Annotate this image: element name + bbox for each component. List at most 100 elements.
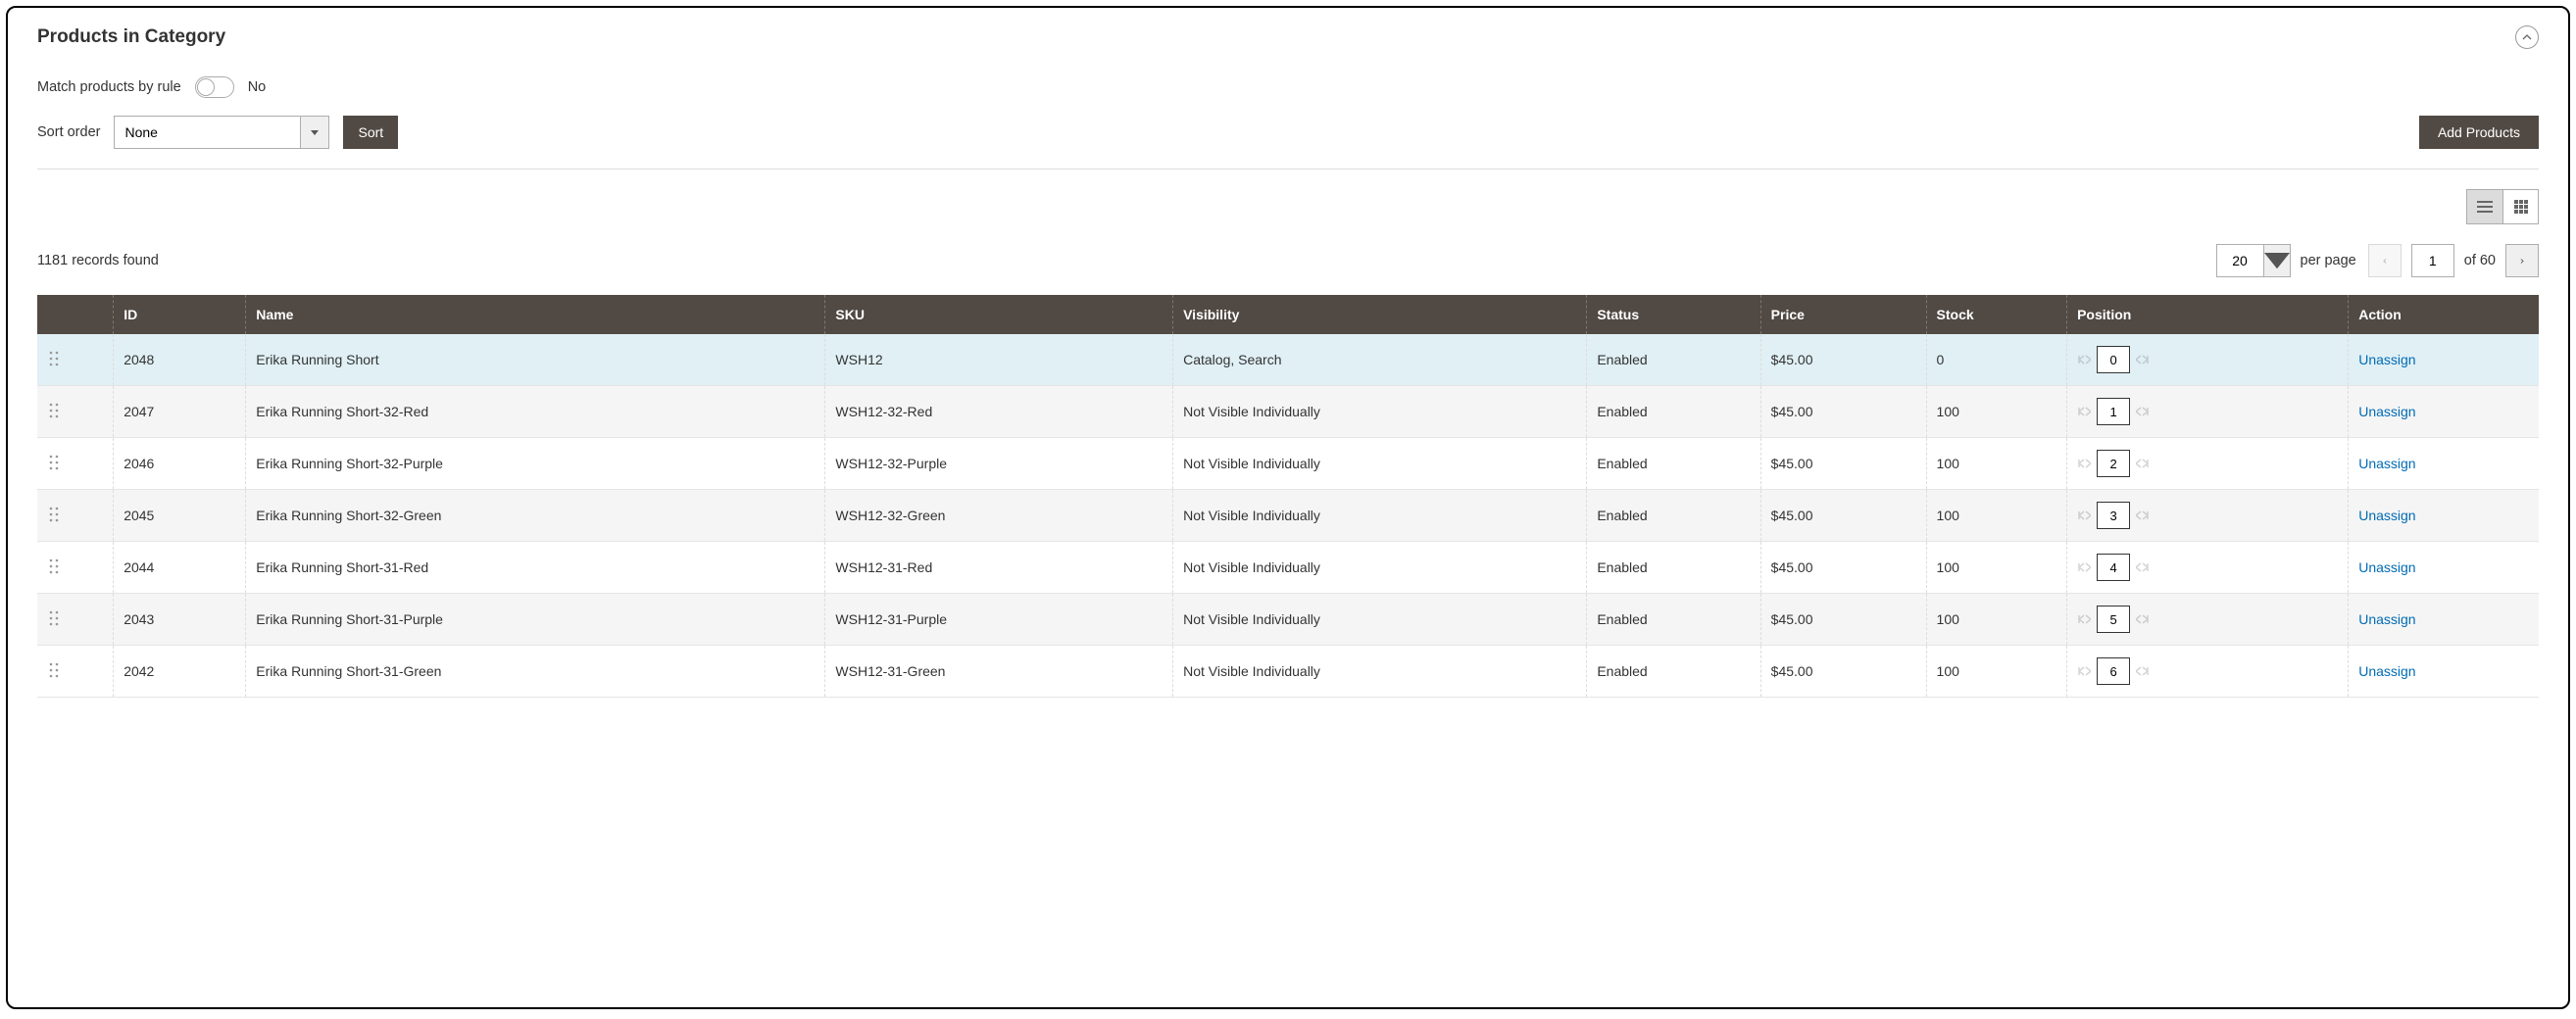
drag-cell[interactable] [37,594,114,646]
col-stock[interactable]: Stock [1926,295,2067,334]
collapse-button[interactable] [2515,25,2539,49]
col-visibility[interactable]: Visibility [1173,295,1587,334]
per-page-input[interactable] [2216,244,2263,277]
position-input[interactable] [2097,606,2130,633]
unassign-link[interactable]: Unassign [2358,611,2415,627]
per-page-dropdown-button[interactable] [2263,244,2291,277]
drag-handle-icon[interactable] [47,506,61,523]
table-row[interactable]: 2046Erika Running Short-32-PurpleWSH12-3… [37,438,2539,490]
grid-view-button[interactable] [2502,190,2538,223]
cell-visibility: Not Visible Individually [1173,646,1587,698]
move-to-bottom-icon[interactable] [2136,665,2150,677]
drag-cell[interactable] [37,542,114,594]
drag-cell[interactable] [37,438,114,490]
unassign-link[interactable]: Unassign [2358,352,2415,367]
cell-id: 2043 [114,594,246,646]
sort-left: Sort order Sort [37,116,398,149]
drag-cell[interactable] [37,334,114,386]
current-page-input[interactable] [2411,244,2454,277]
move-to-bottom-icon[interactable] [2136,354,2150,365]
move-to-bottom-icon[interactable] [2136,406,2150,417]
col-name[interactable]: Name [246,295,825,334]
cell-stock: 100 [1926,490,2067,542]
per-page-control: per page [2216,244,2356,277]
position-input[interactable] [2097,657,2130,685]
table-row[interactable]: 2047Erika Running Short-32-RedWSH12-32-R… [37,386,2539,438]
move-to-top-icon[interactable] [2077,561,2091,573]
position-input[interactable] [2097,450,2130,477]
move-to-bottom-icon[interactable] [2136,510,2150,521]
table-row[interactable]: 2043Erika Running Short-31-PurpleWSH12-3… [37,594,2539,646]
drag-handle-icon[interactable] [47,350,61,367]
drag-handle-icon[interactable] [47,402,61,419]
drag-cell[interactable] [37,490,114,542]
match-rule-label: Match products by rule [37,79,181,95]
match-rule-row: Match products by rule No [37,76,2539,98]
move-to-top-icon[interactable] [2077,406,2091,417]
unassign-link[interactable]: Unassign [2358,508,2415,523]
drag-handle-icon[interactable] [47,454,61,471]
cell-visibility: Not Visible Individually [1173,438,1587,490]
sort-order-input[interactable] [114,116,300,149]
cell-action: Unassign [2349,594,2539,646]
drag-cell[interactable] [37,386,114,438]
drag-handle-icon[interactable] [47,609,61,627]
position-input[interactable] [2097,346,2130,373]
col-price[interactable]: Price [1760,295,1926,334]
cell-price: $45.00 [1760,646,1926,698]
move-to-top-icon[interactable] [2077,613,2091,625]
cell-action: Unassign [2349,438,2539,490]
position-input[interactable] [2097,502,2130,529]
col-position[interactable]: Position [2067,295,2349,334]
move-to-top-icon[interactable] [2077,665,2091,677]
cell-price: $45.00 [1760,490,1926,542]
move-to-top-icon[interactable] [2077,354,2091,365]
table-row[interactable]: 2045Erika Running Short-32-GreenWSH12-32… [37,490,2539,542]
cell-status: Enabled [1587,542,1760,594]
col-sku[interactable]: SKU [825,295,1173,334]
pager: of 60 [2368,244,2539,277]
move-to-top-icon[interactable] [2077,510,2091,521]
list-icon [2477,200,2493,214]
position-input[interactable] [2097,398,2130,425]
position-input[interactable] [2097,554,2130,581]
cell-visibility: Not Visible Individually [1173,542,1587,594]
cell-id: 2048 [114,334,246,386]
table-row[interactable]: 2048Erika Running ShortWSH12Catalog, Sea… [37,334,2539,386]
drag-cell[interactable] [37,646,114,698]
view-switcher [37,189,2539,224]
cell-visibility: Not Visible Individually [1173,594,1587,646]
unassign-link[interactable]: Unassign [2358,404,2415,419]
col-status[interactable]: Status [1587,295,1760,334]
sort-order-select[interactable] [114,116,329,149]
cell-stock: 0 [1926,334,2067,386]
sort-order-dropdown-button[interactable] [300,116,329,149]
unassign-link[interactable]: Unassign [2358,456,2415,471]
move-to-bottom-icon[interactable] [2136,561,2150,573]
unassign-link[interactable]: Unassign [2358,559,2415,575]
match-rule-toggle[interactable] [195,76,234,98]
unassign-link[interactable]: Unassign [2358,663,2415,679]
col-id[interactable]: ID [114,295,246,334]
list-view-button[interactable] [2467,190,2502,223]
cell-id: 2045 [114,490,246,542]
cell-price: $45.00 [1760,334,1926,386]
drag-handle-icon[interactable] [47,661,61,679]
panel-title: Products in Category [37,26,225,48]
move-to-bottom-icon[interactable] [2136,458,2150,469]
sort-button[interactable]: Sort [343,116,398,149]
cell-position [2067,594,2349,646]
table-row[interactable]: 2042Erika Running Short-31-GreenWSH12-31… [37,646,2539,698]
drag-handle-icon[interactable] [47,558,61,575]
table-row[interactable]: 2044Erika Running Short-31-RedWSH12-31-R… [37,542,2539,594]
next-page-button[interactable] [2505,244,2539,277]
prev-page-button[interactable] [2368,244,2402,277]
move-to-bottom-icon[interactable] [2136,613,2150,625]
cell-status: Enabled [1587,594,1760,646]
chevron-right-icon [2518,259,2526,264]
cell-position [2067,490,2349,542]
add-products-button[interactable]: Add Products [2419,116,2539,149]
cell-stock: 100 [1926,646,2067,698]
cell-status: Enabled [1587,646,1760,698]
move-to-top-icon[interactable] [2077,458,2091,469]
